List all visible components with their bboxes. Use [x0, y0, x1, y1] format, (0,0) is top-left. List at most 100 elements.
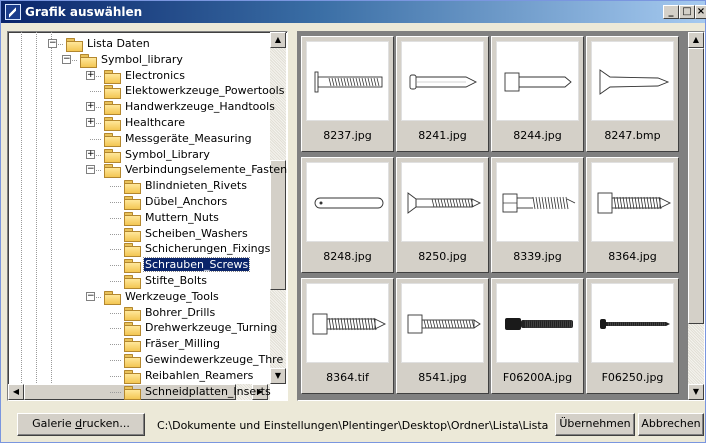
hex-threaded-screw-icon	[401, 283, 484, 363]
expand-icon[interactable]: +	[86, 71, 95, 80]
tree-item[interactable]: Drehwerkzeuge_Turning	[8, 320, 277, 336]
close-button[interactable]: ×	[695, 5, 706, 19]
tree-connector	[90, 91, 102, 92]
thumbnail-item[interactable]: F06250.jpg	[586, 278, 679, 394]
folder-icon	[104, 291, 121, 305]
tree-item[interactable]: Messgeräte_Measuring	[8, 131, 270, 147]
tree-item[interactable]: Reibahlen_Reamers	[8, 368, 270, 384]
tree-item[interactable]: + Electronics	[8, 68, 270, 84]
countersunk-screw-icon	[591, 41, 674, 121]
tree-item[interactable]: − Verbindungselemente_Fasten	[8, 162, 287, 178]
tree-item[interactable]: Blindnieten_Rivets	[8, 178, 270, 194]
title-bar[interactable]: Grafik auswählen _ □ ×	[1, 1, 706, 23]
tree-item-label: Dübel_Anchors	[145, 195, 228, 208]
expand-icon[interactable]: +	[86, 118, 95, 127]
thumbnail-filename: 8541.jpg	[418, 371, 467, 384]
tree-item[interactable]: Scheiben_Washers	[8, 226, 270, 242]
collapse-icon[interactable]: −	[62, 55, 71, 64]
tree-item[interactable]: Bohrer_Drills	[8, 305, 270, 321]
maximize-button[interactable]: □	[679, 5, 695, 19]
thumbnail-item[interactable]: F06200A.jpg	[491, 278, 584, 394]
tree-item-label: Stifte_Bolts	[145, 274, 207, 287]
thumbnail-filename: 8241.jpg	[418, 129, 467, 142]
folder-icon	[124, 275, 141, 289]
folder-icon	[124, 322, 141, 336]
grid-scroll-down-button[interactable]: ▼	[688, 384, 704, 400]
tree-item-label: Lista Daten	[87, 37, 150, 50]
thumbnail-item[interactable]: 8248.jpg	[301, 157, 394, 273]
folder-icon	[80, 54, 97, 68]
grid-scroll-thumb[interactable]	[688, 48, 704, 324]
tree-item-label: Schicherungen_Fixings	[145, 242, 271, 255]
tree-item[interactable]: Fräser_Milling	[8, 336, 270, 352]
minimize-button[interactable]: _	[663, 5, 679, 19]
tree-item[interactable]: − Lista Daten	[8, 36, 270, 52]
thumbnail-grid[interactable]: ▲ ▼ 8237.jpg 8241.jpg 8244.jpg 8247.bmp 8248…	[297, 31, 705, 401]
cancel-button[interactable]: Abbrechen	[638, 413, 704, 436]
tree-connector	[110, 218, 122, 219]
accept-button[interactable]: Übernehmen	[555, 413, 635, 436]
scroll-down-button[interactable]: ▼	[270, 368, 286, 384]
scroll-up-button[interactable]: ▲	[270, 32, 286, 48]
collapse-icon[interactable]: −	[86, 165, 95, 174]
tree-item[interactable]: − Werkzeuge_Tools	[8, 289, 270, 305]
tree-item[interactable]: − Symbol_library	[8, 52, 270, 68]
app-icon	[5, 4, 21, 20]
tree-connector	[90, 139, 102, 140]
folder-icon	[104, 117, 121, 131]
black-thin-screw-icon	[591, 283, 674, 363]
tree-item[interactable]: Gewindewerkzeuge_Thre	[8, 352, 283, 368]
tree-item[interactable]: Schrauben_Screws	[8, 257, 270, 273]
tree-item-label: Muttern_Nuts	[145, 211, 219, 224]
tree-item-label: Blindnieten_Rivets	[145, 179, 247, 192]
thumbnail-item[interactable]: 8364.jpg	[586, 157, 679, 273]
thumbnail-item[interactable]: 8241.jpg	[396, 36, 489, 152]
tree-connector	[110, 376, 122, 377]
thumbnail-filename: 8248.jpg	[323, 250, 372, 263]
folder-icon	[104, 149, 121, 163]
thumbnail-item[interactable]: 8541.jpg	[396, 278, 489, 394]
tree-item-label: Reibahlen_Reamers	[145, 369, 254, 382]
tree-connector	[110, 249, 122, 250]
tree-connector	[110, 202, 122, 203]
folder-icon	[124, 212, 141, 226]
thumbnail-item[interactable]: 8237.jpg	[301, 36, 394, 152]
tree-item[interactable]: + Symbol_Library	[8, 147, 270, 163]
folder-icon	[124, 386, 141, 400]
expand-icon[interactable]: +	[86, 102, 95, 111]
folder-icon	[104, 85, 121, 99]
tree-item[interactable]: Elektowerkzeuge_Powertools	[8, 83, 284, 99]
tree-item[interactable]: Schicherungen_Fixings	[8, 241, 270, 257]
tree-item-label: Symbol_Library	[125, 148, 210, 161]
folder-icon	[124, 354, 141, 368]
thumbnail-item[interactable]: 8250.jpg	[396, 157, 489, 273]
expand-icon[interactable]: +	[86, 150, 95, 159]
folder-icon	[104, 133, 121, 147]
collapse-icon[interactable]: −	[86, 292, 95, 301]
scroll-thumb[interactable]	[270, 160, 286, 290]
grid-vertical-scrollbar[interactable]: ▲ ▼	[688, 32, 704, 400]
collapse-icon[interactable]: −	[48, 39, 57, 48]
tree-item[interactable]: Dübel_Anchors	[8, 194, 270, 210]
thumbnail-item[interactable]: 8339.jpg	[491, 157, 584, 273]
thumbnail-item[interactable]: 8364.tif	[301, 278, 394, 394]
tree-item-label: Verbindungselemente_Fasten	[125, 163, 288, 176]
folder-icon	[124, 196, 141, 210]
tree-item[interactable]: + Handwerkzeuge_Handtools	[8, 99, 275, 115]
tree-item[interactable]: + Healthcare	[8, 115, 270, 131]
folder-tree[interactable]: ▲ ▼ ◀ ▶ − Lista Daten − Symbol_library + Elec…	[7, 31, 288, 401]
print-gallery-button[interactable]: Galerie drucken...	[17, 413, 145, 436]
black-socket-bolt-icon	[496, 283, 579, 363]
tree-connector	[110, 186, 122, 187]
folder-icon	[104, 101, 121, 115]
hex-bolt-icon	[496, 162, 579, 242]
grid-scroll-up-button[interactable]: ▲	[688, 32, 704, 48]
tree-item[interactable]: Schneidplatten_Inserts	[8, 384, 271, 400]
folder-icon	[124, 180, 141, 194]
round-pin-icon	[306, 162, 389, 242]
tree-item[interactable]: Stifte_Bolts	[8, 273, 270, 289]
thumbnail-item[interactable]: 8244.jpg	[491, 36, 584, 152]
thumbnail-item[interactable]: 8247.bmp	[586, 36, 679, 152]
socket-head-screw-icon	[496, 41, 579, 121]
tree-item[interactable]: Muttern_Nuts	[8, 210, 270, 226]
